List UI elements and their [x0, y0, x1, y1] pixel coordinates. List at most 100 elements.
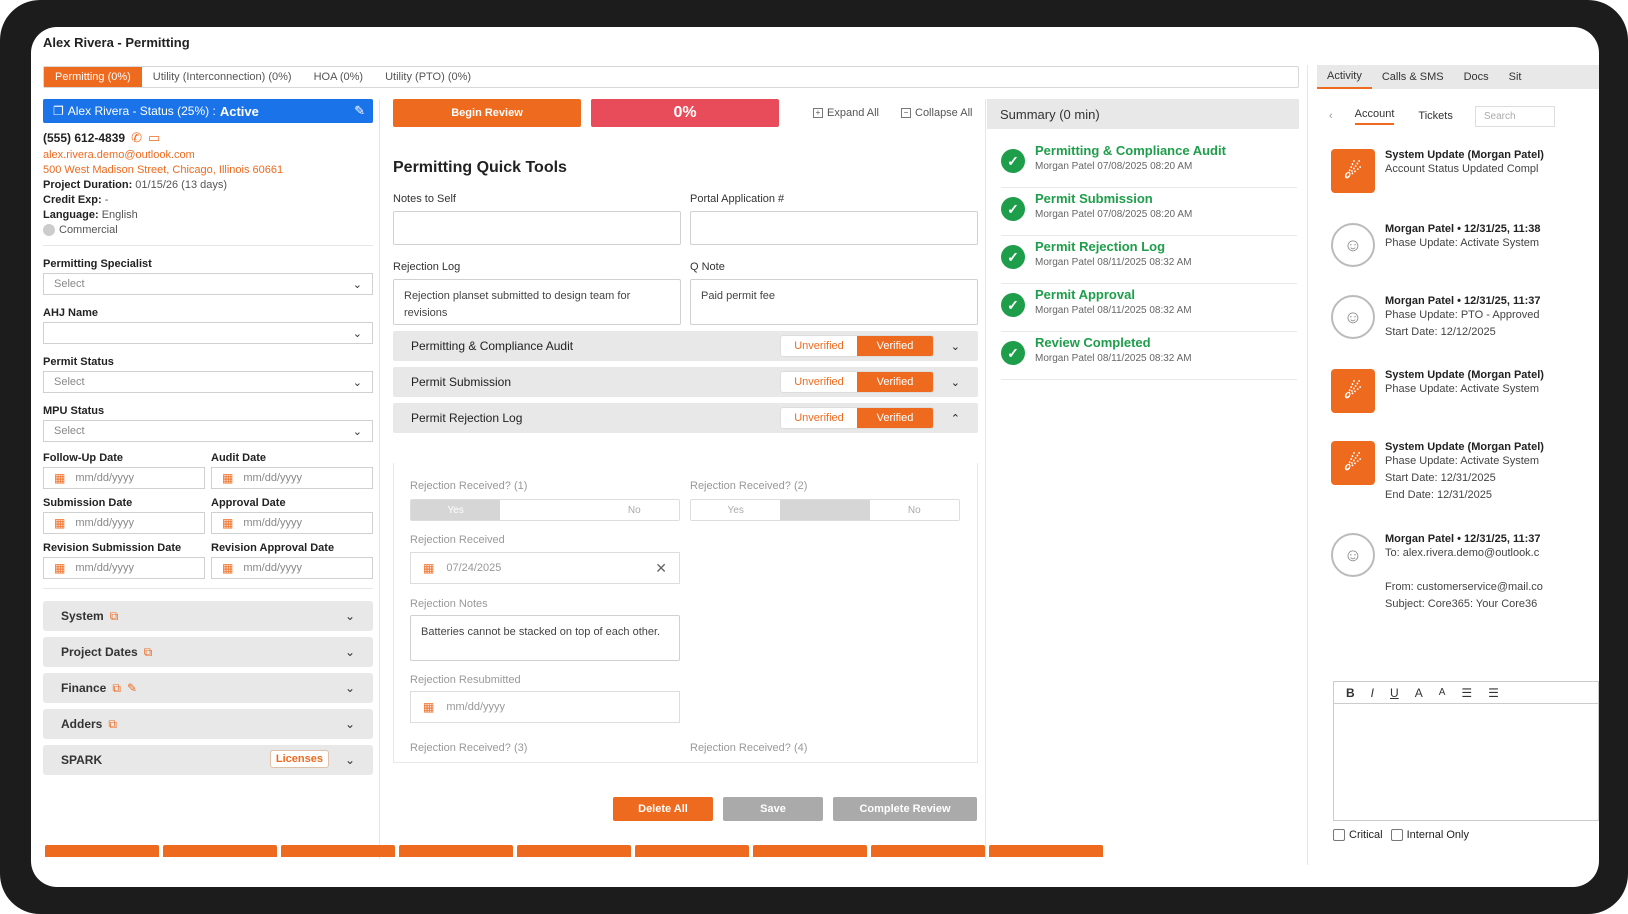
revision-submission-date-input[interactable]: ▦ mm/dd/yyyy	[43, 557, 205, 580]
unverified-toggle[interactable]: Unverified	[781, 336, 857, 356]
edit-status-icon[interactable]: ✎	[354, 103, 365, 119]
no-option[interactable]: No	[870, 500, 959, 520]
accordion-spark[interactable]: SPARK Licenses ⌄	[43, 745, 373, 776]
accordion-adders[interactable]: Adders ⧉ ⌄	[43, 709, 373, 740]
email-link[interactable]: alex.rivera.demo@outlook.com	[43, 149, 373, 161]
revision-approval-date-input[interactable]: ▦ mm/dd/yyyy	[211, 557, 373, 580]
activity-item: ☺ Morgan Patel • 12/31/25, 11:37 To: alex.…	[1331, 533, 1599, 613]
calendar-icon: ▦	[423, 561, 435, 575]
note-editor[interactable]: B I U A A ☰ ☰	[1333, 681, 1599, 821]
rejection-received-1-toggle[interactable]: Yes No	[410, 499, 680, 521]
delete-all-button[interactable]: Delete All	[613, 797, 713, 821]
status-value: Active	[219, 103, 259, 119]
calendar-icon: ▦	[54, 516, 66, 531]
bold-icon[interactable]: B	[1346, 686, 1355, 700]
edit-icon[interactable]: ✎	[127, 681, 137, 695]
bottom-tab[interactable]	[753, 845, 867, 857]
bottom-tab[interactable]	[399, 845, 513, 857]
expand-all-button[interactable]: + Expand All	[813, 107, 879, 119]
tab-utility-pto[interactable]: Utility (PTO) (0%)	[374, 67, 482, 87]
submission-date-input[interactable]: ▦ mm/dd/yyyy	[43, 512, 205, 535]
verified-toggle[interactable]: Verified	[857, 372, 933, 392]
rejection-log-field[interactable]: Rejection planset submitted to design te…	[393, 279, 681, 325]
calendar-icon: ▦	[222, 561, 234, 576]
external-link-icon[interactable]: ⧉	[108, 717, 117, 732]
accordion-system[interactable]: System ⧉ ⌄	[43, 601, 373, 632]
licenses-badge[interactable]: Licenses	[269, 750, 329, 769]
clear-icon[interactable]: ✕	[655, 560, 667, 577]
yes-option[interactable]: Yes	[691, 500, 780, 520]
external-link-icon[interactable]: ⧉	[110, 609, 119, 624]
permit-status-select[interactable]: Select ⌄	[43, 371, 373, 394]
verified-toggle[interactable]: Verified	[857, 408, 933, 428]
tab-permitting[interactable]: Permitting (0%)	[44, 67, 142, 87]
section-permitting-compliance-audit[interactable]: Permitting & Compliance Audit Unverified…	[393, 331, 978, 361]
external-link-icon[interactable]: ⧉	[144, 645, 153, 660]
accordion-finance[interactable]: Finance ⧉ ✎ ⌄	[43, 673, 373, 704]
subtab-account[interactable]: Account	[1354, 108, 1395, 125]
complete-review-button[interactable]: Complete Review	[833, 797, 977, 821]
rejection-notes-field[interactable]: Batteries cannot be stacked on top of ea…	[410, 615, 680, 661]
activity-panel: Activity Calls & SMS Docs Sit ‹ Account …	[1317, 65, 1599, 865]
highlight-icon[interactable]: A	[1439, 687, 1446, 698]
no-option[interactable]: No	[590, 500, 679, 520]
copy-icon[interactable]: ❐	[53, 104, 64, 118]
external-link-icon[interactable]: ⧉	[112, 681, 121, 696]
search-input[interactable]: Search	[1474, 105, 1555, 127]
tab-activity[interactable]: Activity	[1317, 65, 1372, 89]
collapse-all-button[interactable]: − Collapse All	[901, 107, 972, 119]
portal-application-field[interactable]	[690, 211, 978, 245]
bottom-tab[interactable]	[871, 845, 985, 857]
save-button[interactable]: Save	[723, 797, 823, 821]
chevron-down-icon: ⌄	[344, 681, 355, 696]
ahj-name-select[interactable]: ⌄	[43, 322, 373, 345]
qnote-field[interactable]: Paid permit fee	[690, 279, 978, 325]
bottom-tab[interactable]	[989, 845, 1103, 857]
bottom-tab[interactable]	[635, 845, 749, 857]
italic-icon[interactable]: I	[1371, 686, 1374, 700]
rejection-received-2-toggle[interactable]: Yes No	[690, 499, 960, 521]
critical-checkbox[interactable]: Critical	[1333, 829, 1383, 842]
bottom-tab[interactable]	[281, 845, 395, 857]
internal-only-checkbox[interactable]: Internal Only	[1390, 829, 1469, 842]
ordered-list-icon[interactable]: ☰	[1461, 686, 1472, 700]
verified-toggle[interactable]: Verified	[857, 336, 933, 356]
divider	[985, 99, 986, 859]
message-icon[interactable]: ▭	[148, 130, 160, 146]
bottom-tab[interactable]	[517, 845, 631, 857]
commercial-radio[interactable]	[43, 224, 55, 237]
top-tabs: Permitting (0%) Utility (Interconnection…	[43, 66, 1299, 88]
unverified-toggle[interactable]: Unverified	[781, 408, 857, 428]
section-permit-submission[interactable]: Permit Submission Unverified Verified ⌄	[393, 367, 978, 397]
activity-item: ☄ System Update (Morgan Patel) Account Sta…	[1331, 149, 1599, 193]
follow-up-date-input[interactable]: ▦ mm/dd/yyyy	[43, 467, 205, 490]
permitting-specialist-select[interactable]: Select ⌄	[43, 273, 373, 296]
notes-to-self-field[interactable]	[393, 211, 681, 245]
tab-site[interactable]: Sit	[1499, 65, 1532, 89]
unverified-toggle[interactable]: Unverified	[781, 372, 857, 392]
section-permit-rejection-log[interactable]: Permit Rejection Log Unverified Verified …	[393, 403, 978, 433]
tab-utility-interconnection[interactable]: Utility (Interconnection) (0%)	[142, 67, 303, 87]
phone-icon[interactable]: ✆	[131, 130, 142, 146]
underline-icon[interactable]: U	[1390, 686, 1399, 700]
accordion-project-dates[interactable]: Project Dates ⧉ ⌄	[43, 637, 373, 668]
tab-hoa[interactable]: HOA (0%)	[303, 67, 375, 87]
approval-date-input[interactable]: ▦ mm/dd/yyyy	[211, 512, 373, 535]
address-link[interactable]: 500 West Madison Street, Chicago, Illino…	[43, 164, 373, 176]
check-icon: ✓	[1001, 197, 1025, 221]
yes-option[interactable]: Yes	[411, 500, 501, 520]
bullet-list-icon[interactable]: ☰	[1488, 686, 1499, 700]
begin-review-button[interactable]: Begin Review	[393, 99, 581, 127]
status-bar[interactable]: ❐ Alex Rivera - Status (25%) : Active ✎	[43, 99, 373, 123]
bottom-tab[interactable]	[45, 845, 159, 857]
rejection-resubmitted-date[interactable]: ▦ mm/dd/yyyy	[410, 691, 680, 723]
tab-docs[interactable]: Docs	[1454, 65, 1499, 89]
rejection-received-date[interactable]: ▦ 07/24/2025 ✕	[410, 552, 680, 584]
subtab-tickets[interactable]: Tickets	[1418, 110, 1452, 122]
audit-date-input[interactable]: ▦ mm/dd/yyyy	[211, 467, 373, 490]
mpu-status-select[interactable]: Select ⌄	[43, 420, 373, 443]
tab-calls-sms[interactable]: Calls & SMS	[1372, 65, 1454, 89]
chevron-left-icon[interactable]: ‹	[1329, 110, 1333, 122]
text-color-icon[interactable]: A	[1415, 686, 1423, 700]
bottom-tab[interactable]	[163, 845, 277, 857]
